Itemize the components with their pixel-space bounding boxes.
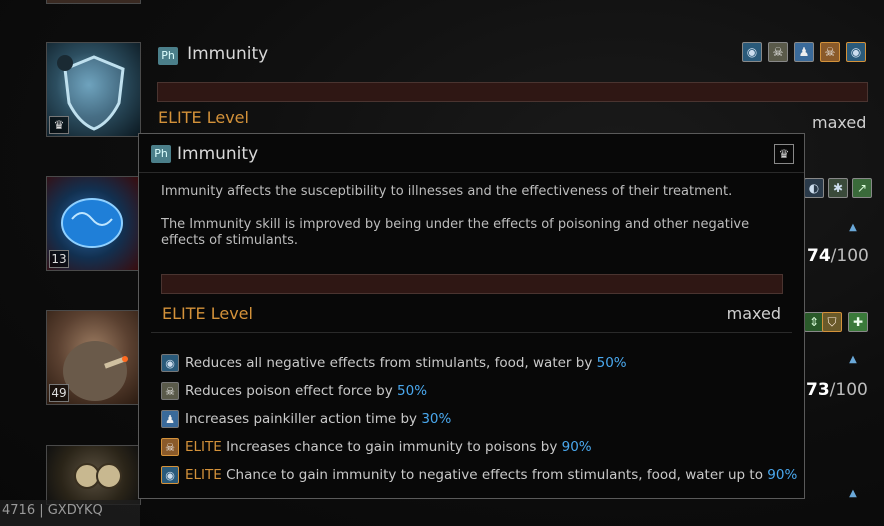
elite-stimulant-icon[interactable]: ◉ (846, 42, 866, 62)
footer-id: 4716 | GXDYKQ (2, 503, 103, 518)
immunity-thumb[interactable]: ♛ (46, 42, 141, 137)
skill-thumb-top[interactable] (46, 0, 141, 4)
gauge-icon (74, 463, 122, 489)
tooltip-maxed-status: maxed (726, 304, 781, 323)
person-icon[interactable]: ♟ (794, 42, 814, 62)
stimulant-icon[interactable]: ◉ (742, 42, 762, 62)
tooltip-description: Immunity affects the susceptibility to i… (161, 184, 733, 199)
skill-level: 13 (49, 250, 69, 268)
elite-crown-icon: ♛ (774, 144, 794, 164)
elite-skull-icon[interactable]: ☠ (820, 42, 840, 62)
effect-icon[interactable]: ⇕ (804, 312, 824, 332)
skill-tooltip: Ph Immunity ♛ Immunity affects the susce… (138, 133, 805, 499)
skull-icon: ☠ (161, 382, 179, 400)
row3-skill-value: 73/100 (806, 380, 868, 400)
gear-icon[interactable]: ✱ (828, 178, 848, 198)
tooltip-improvement-note: The Immunity skill is improved by being … (161, 217, 750, 248)
row4-expand-arrow[interactable]: ▲ (838, 485, 868, 503)
effect-row: ☠ Reduces poison effect force by 50% (161, 380, 427, 402)
skill-level: 49 (49, 384, 69, 402)
row2-skill-value: 74/100 (807, 246, 869, 266)
tooltip-divider (151, 332, 792, 333)
row2-expand-arrow[interactable]: ▲ (838, 219, 868, 237)
effect-row: ♟ Increases painkiller action time by 30% (161, 408, 451, 430)
tooltip-progress-bar (161, 274, 783, 294)
stimulant-icon: ◉ (161, 354, 179, 372)
maxed-status: maxed (812, 113, 867, 132)
shield-badge-icon[interactable]: ⛉ (822, 312, 842, 332)
elite-stimulant-icon: ◉ (161, 466, 179, 484)
elite-level-label: ELITE Level (158, 108, 249, 127)
skill-category-badge: Ph (158, 47, 178, 65)
tooltip-category-badge: Ph (151, 145, 171, 163)
tooltip-elite-label: ELITE Level (162, 304, 253, 323)
elite-crown-icon: ♛ (49, 116, 69, 134)
effect-row: ◉ ELITE Chance to gain immunity to negati… (161, 464, 797, 486)
skill-progress-bar (157, 82, 868, 102)
skull-icon[interactable]: ☠ (768, 42, 788, 62)
row3-expand-arrow[interactable]: ▲ (838, 351, 868, 369)
effect-row: ◉ Reduces all negative effects from stimu… (161, 352, 627, 374)
tooltip-title: Immunity (177, 144, 259, 164)
effect-icon[interactable]: ◐ (804, 178, 824, 198)
memory-thumb[interactable]: 13 (46, 176, 141, 271)
skill-name: Immunity (187, 44, 269, 64)
tooltip-header: Ph Immunity ♛ (139, 134, 804, 173)
elite-skull-icon: ☠ (161, 438, 179, 456)
runner-icon[interactable]: ✚ (848, 312, 868, 332)
character-thumb[interactable]: 49 (46, 310, 141, 405)
runner-icon[interactable]: ↗ (852, 178, 872, 198)
effect-row: ☠ ELITE Increases chance to gain immunity… (161, 436, 592, 458)
gauge-thumb[interactable] (46, 445, 141, 505)
person-icon: ♟ (161, 410, 179, 428)
skill-header: Ph Immunity (158, 44, 268, 65)
